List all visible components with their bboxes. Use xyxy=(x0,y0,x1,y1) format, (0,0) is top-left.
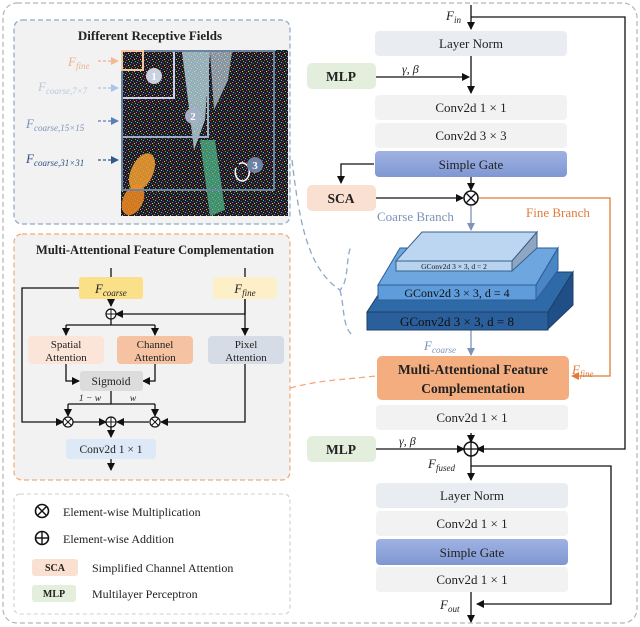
legend-sca-label: Simplified Channel Attention xyxy=(92,561,233,575)
marker-1: 1 xyxy=(146,68,162,84)
conv1x1-2-label: Conv2d 1 × 1 xyxy=(436,410,507,425)
one-minus-w-label: 1 − w xyxy=(79,394,102,404)
legend-mlp-symbol: MLP xyxy=(43,589,65,600)
coarse-branch-label: Coarse Branch xyxy=(377,209,454,224)
mafc-panel-title: Multi-Attentional Feature Complementatio… xyxy=(36,243,274,257)
conv1x1-3-label: Conv2d 1 × 1 xyxy=(436,516,507,531)
main-pipeline: Fin Layer Norm MLP γ, β Conv2d 1 × 1 Con… xyxy=(307,5,626,623)
spatial-attention-line1: Spatial xyxy=(51,339,82,351)
mafc-panel: Multi-Attentional Feature Complementatio… xyxy=(13,233,291,481)
noisy-image xyxy=(121,50,288,216)
layer-norm-2-label: Layer Norm xyxy=(440,488,504,503)
add-node-main xyxy=(463,441,479,457)
mafc-block-line2: Complementation xyxy=(421,381,525,396)
mafc-mult-right xyxy=(149,416,161,428)
gamma-beta-2: γ, β xyxy=(399,434,416,448)
mlp-1-label: MLP xyxy=(326,69,356,84)
svg-text:3: 3 xyxy=(252,160,258,172)
receptive-title: Different Receptive Fields xyxy=(78,28,222,43)
f-fused-label: Ffused xyxy=(427,456,455,473)
mafc-add-center xyxy=(105,416,117,428)
conv1x1-4-label: Conv2d 1 × 1 xyxy=(436,572,507,587)
layer-norm-1-label: Layer Norm xyxy=(439,36,503,51)
f-out-label: Fout xyxy=(439,597,460,614)
legend-mult-icon xyxy=(34,503,50,519)
legend-add-icon xyxy=(34,530,50,546)
gconv-d2-label: GConv2d 3 × 3, d = 2 xyxy=(421,262,487,271)
mafc-mult-left xyxy=(62,416,74,428)
conv1x1-1-label: Conv2d 1 × 1 xyxy=(435,100,506,115)
gamma-beta-1: γ, β xyxy=(402,62,419,76)
receptive-fields-panel: Different Receptive Fields 1 2 3 Ffine F… xyxy=(13,19,291,225)
legend-mlp-label: Multilayer Perceptron xyxy=(92,587,198,601)
legend-sca-symbol: SCA xyxy=(45,563,66,574)
mafc-add-node xyxy=(105,308,117,320)
legend-mult-label: Element-wise Multiplication xyxy=(63,505,201,519)
legend-add-label: Element-wise Addition xyxy=(63,532,174,546)
channel-attention-line1: Channel xyxy=(137,339,174,351)
conv3x3-label: Conv2d 3 × 3 xyxy=(435,128,506,143)
f-in-label: Fin xyxy=(445,8,461,25)
channel-attention-line2: Attention xyxy=(134,352,176,364)
fine-branch-label: Fine Branch xyxy=(526,205,590,220)
legend-panel: Element-wise Multiplication Element-wise… xyxy=(13,493,291,615)
spatial-attention-line2: Attention xyxy=(45,352,87,364)
w-label: w xyxy=(130,394,137,404)
mult-node-main xyxy=(463,190,479,206)
simple-gate-1-label: Simple Gate xyxy=(439,157,504,172)
marker-2: 2 xyxy=(185,108,201,124)
f-coarse-main-label: Fcoarse xyxy=(423,338,456,355)
pixel-attention-line1: Pixel xyxy=(235,339,258,351)
svg-text:1: 1 xyxy=(151,71,157,83)
mafc-conv-label: Conv2d 1 × 1 xyxy=(79,444,142,456)
sigmoid-label: Sigmoid xyxy=(92,376,131,388)
mafc-block-line1: Multi-Attentional Feature xyxy=(398,362,548,377)
sca-label: SCA xyxy=(327,191,354,206)
gconv-stack: GConv2d 3 × 3, d = 8 GConv2d 3 × 3, d = … xyxy=(366,230,574,331)
pixel-attention-line2: Attention xyxy=(225,352,267,364)
f-fine-main-label: Ffine xyxy=(571,362,593,379)
svg-text:2: 2 xyxy=(190,111,196,123)
mlp-2-label: MLP xyxy=(326,442,356,457)
simple-gate-2-label: Simple Gate xyxy=(440,545,505,560)
gconv-d4-label: GConv2d 3 × 3, d = 4 xyxy=(404,286,509,300)
marker-3: 3 xyxy=(247,157,263,173)
architecture-diagram: Different Receptive Fields 1 2 3 Ffine F… xyxy=(2,2,638,624)
gconv-d8-label: GConv2d 3 × 3, d = 8 xyxy=(400,314,514,329)
